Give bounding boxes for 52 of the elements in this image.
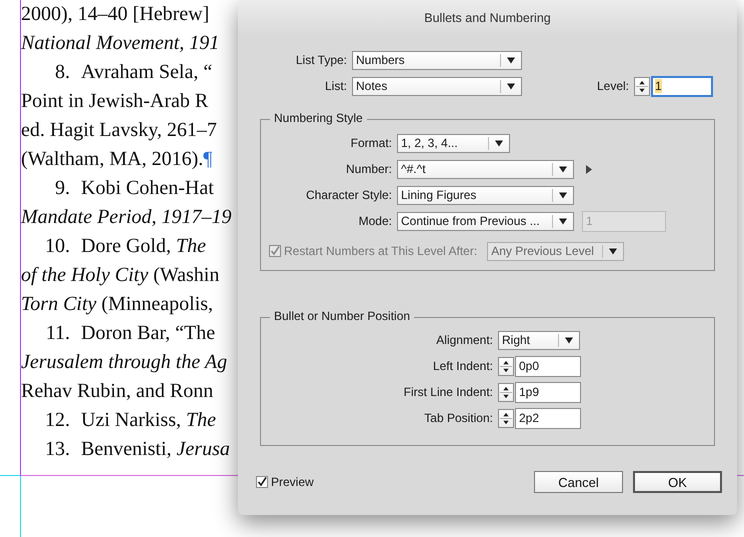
- field-label: Alignment:: [435, 333, 494, 347]
- stepper-icon[interactable]: [498, 356, 514, 376]
- document-text: Torn City (Minneapolis,: [21, 293, 214, 316]
- field-label: Left Indent:: [432, 359, 494, 373]
- document-text: 8. Avraham Sela, “: [54, 61, 212, 84]
- document-text: (Waltham, MA, 2016).: [21, 148, 204, 171]
- stepper-icon[interactable]: [498, 408, 514, 428]
- checkbox-label: Preview: [271, 475, 314, 489]
- list-dropdown[interactable]: Notes: [352, 76, 522, 96]
- field-label: Format:: [350, 136, 393, 150]
- format-dropdown[interactable]: 1, 2, 3, 4...: [397, 134, 510, 152]
- dialog-title: Bullets and Numbering: [238, 0, 737, 36]
- document-text: National Movement, 191: [21, 32, 220, 55]
- field-label: Mode:: [358, 214, 393, 228]
- stepper-icon[interactable]: [634, 76, 650, 96]
- document-text: 2000), 14–40 [Hebrew]: [21, 3, 210, 26]
- field-label: Character Style:: [304, 188, 393, 202]
- indent-field[interactable]: 0p0: [515, 356, 581, 376]
- arrow-icon[interactable]: [586, 164, 592, 174]
- field-label: List:: [324, 79, 348, 93]
- document-text: 10. Dore Gold, The: [44, 235, 206, 258]
- level-field[interactable]: 1: [651, 76, 713, 96]
- pilcrow-mark: ¶: [203, 148, 212, 171]
- document-text: 9. Kobi Cohen-Hat: [54, 177, 214, 200]
- list-type-dropdown[interactable]: Numbers: [352, 50, 522, 70]
- document-text: of the Holy City (Washin: [21, 264, 220, 287]
- dialog-button[interactable]: OK: [633, 471, 722, 493]
- alignment-dropdown[interactable]: Right: [498, 330, 580, 350]
- document-text: Jerusalem through the Ag: [21, 351, 228, 374]
- dialog-button[interactable]: Cancel: [534, 471, 623, 493]
- document-text: 11. Doron Bar, “The: [44, 322, 216, 345]
- group-title: Numbering Style: [270, 111, 367, 125]
- document-text: Mandate Period, 1917–19: [21, 206, 232, 229]
- indent-field[interactable]: 2p2: [515, 408, 581, 428]
- stepper-icon[interactable]: [498, 382, 514, 402]
- field-label: Number:: [344, 162, 393, 176]
- field-label: Tab Position:: [423, 411, 494, 425]
- document-text: Rehav Rubin, and Ronn: [21, 380, 214, 403]
- document-text: 13. Benvenisti, Jerusa: [44, 438, 230, 461]
- group-title: Bullet or Number Position: [270, 309, 414, 323]
- character-style-dropdown[interactable]: Lining Figures: [397, 186, 574, 204]
- checkbox[interactable]: [256, 476, 268, 488]
- document-text: 12. Uzi Narkiss, The: [44, 409, 216, 432]
- document-text: Point in Jewish-Arab R: [21, 90, 208, 113]
- indent-field[interactable]: 1p9: [515, 382, 581, 402]
- field-label: First Line Indent:: [402, 385, 494, 399]
- field-label: List Type:: [294, 53, 348, 67]
- checkbox-label: Restart Numbers at This Level After:: [284, 244, 478, 258]
- document-text: ed. Hagit Lavsky, 261–7: [21, 119, 217, 142]
- mode-dropdown[interactable]: Continue from Previous ...: [397, 212, 574, 230]
- field-label: Level:: [596, 79, 630, 93]
- number-dropdown[interactable]: ^#.^t: [397, 160, 574, 178]
